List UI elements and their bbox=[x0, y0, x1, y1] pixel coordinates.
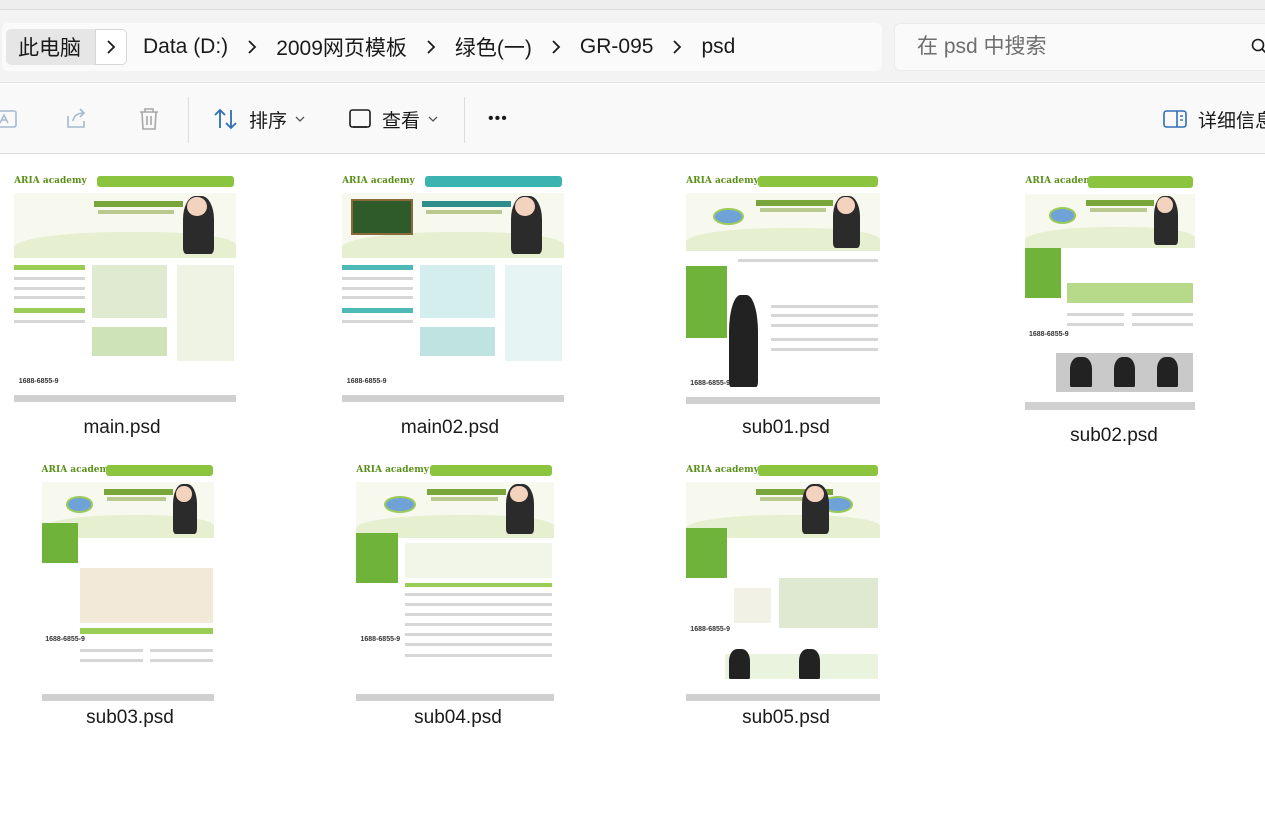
file-thumbnail: ARIA academy 1688-6855-9 bbox=[7, 169, 243, 409]
file-item[interactable]: ARIA academy 1688-6855-9 main.psd bbox=[2, 167, 243, 447]
view-label: 查看 bbox=[382, 110, 421, 132]
thumbnail-logo: ARIA academy bbox=[356, 464, 429, 475]
thumbnail-phone: 1688-6855-9 bbox=[360, 636, 401, 644]
thumbnail-phone: 1688-6855-9 bbox=[1029, 330, 1069, 338]
chevron-right-icon bbox=[427, 40, 436, 54]
thumbnail-phone: 1688-6855-9 bbox=[690, 626, 730, 634]
thumbnail-nav bbox=[96, 176, 234, 187]
sort-button[interactable]: 排序 bbox=[213, 100, 305, 138]
file-thumbnail: ARIA academy 1688-6855-9 bbox=[680, 169, 886, 411]
file-thumbnail: ARIA academy 1688-6855-9 bbox=[350, 457, 560, 709]
breadcrumb-separator[interactable] bbox=[234, 29, 270, 65]
breadcrumb-item-current[interactable]: psd bbox=[695, 29, 741, 65]
thumbnail-phone: 1688-6855-9 bbox=[18, 378, 59, 385]
thumbnail-hero bbox=[1025, 193, 1195, 249]
chevron-right-icon bbox=[552, 40, 561, 54]
search-box[interactable] bbox=[894, 23, 1265, 71]
sort-label: 排序 bbox=[249, 110, 288, 132]
thumbnail-phone: 1688-6855-9 bbox=[346, 378, 387, 385]
toolbar-divider bbox=[188, 97, 189, 143]
thumbnail-nav bbox=[758, 464, 878, 476]
breadcrumb-item-folder[interactable]: GR-095 bbox=[574, 29, 660, 65]
file-thumbnail: ARIA academy 1688-6855-9 bbox=[36, 457, 220, 709]
file-grid: ARIA academy 1688-6855-9 main.psd ARIA a… bbox=[0, 155, 1265, 831]
details-label: 详细信息 bbox=[1198, 110, 1265, 132]
chevron-down-icon bbox=[295, 116, 305, 122]
thumbnail-phone: 1688-6855-9 bbox=[45, 636, 85, 644]
breadcrumb-item-folder[interactable]: 2009网页模板 bbox=[270, 29, 413, 65]
thumbnail-nav bbox=[758, 176, 878, 188]
file-name: sub04.psd bbox=[414, 707, 502, 728]
breadcrumb-label: GR-095 bbox=[579, 35, 654, 58]
file-name: sub03.psd bbox=[86, 707, 174, 728]
more-options-button[interactable]: ••• bbox=[488, 100, 508, 138]
thumbnail-logo: ARIA academy bbox=[342, 176, 415, 187]
chevron-right-icon bbox=[248, 40, 257, 54]
thumbnail-logo: ARIA academy bbox=[14, 176, 87, 187]
window-top-strip bbox=[0, 0, 1265, 10]
toolbar-divider bbox=[464, 97, 465, 143]
thumbnail-phone: 1688-6855-9 bbox=[690, 379, 730, 387]
thumbnail-hero bbox=[356, 482, 554, 538]
details-button[interactable]: 详细信息 bbox=[1162, 100, 1265, 138]
rename-icon[interactable] bbox=[0, 106, 20, 132]
chevron-right-icon bbox=[107, 40, 116, 54]
thumbnail-nav bbox=[429, 464, 552, 476]
address-bar-row: 此电脑 Data (D:) 2009网页模板 绿色(一) GR-095 psd … bbox=[0, 10, 1265, 83]
search-input[interactable] bbox=[917, 35, 1237, 59]
breadcrumb-label: 2009网页模板 bbox=[276, 37, 407, 60]
thumbnail-nav bbox=[424, 176, 562, 187]
delete-icon[interactable] bbox=[136, 106, 162, 132]
breadcrumb-label: 绿色(一) bbox=[454, 37, 532, 60]
file-thumbnail: ARIA academy 1688-6855-9 bbox=[1020, 169, 1200, 417]
share-icon[interactable] bbox=[64, 106, 90, 132]
breadcrumb[interactable]: 此电脑 Data (D:) 2009网页模板 绿色(一) GR-095 psd bbox=[2, 23, 882, 71]
file-item[interactable]: ARIA academy 1688-6855-9 sub02.psd bbox=[994, 167, 1234, 447]
thumbnail-logo: ARIA academy bbox=[1025, 176, 1099, 187]
thumbnail-logo: ARIA academy bbox=[686, 464, 759, 475]
breadcrumb-separator[interactable] bbox=[659, 29, 695, 65]
thumbnail-hero bbox=[14, 193, 236, 258]
file-item[interactable]: ARIA academy 1688-6855-9 sub04.psd bbox=[338, 455, 578, 735]
file-name: main02.psd bbox=[400, 417, 500, 438]
breadcrumb-label: 此电脑 bbox=[18, 37, 81, 60]
chevron-right-icon bbox=[673, 40, 682, 54]
thumbnail-nav bbox=[105, 464, 213, 476]
file-thumbnail: ARIA academy 1688-6855-9 bbox=[680, 457, 886, 709]
search-icon[interactable] bbox=[1251, 38, 1265, 56]
breadcrumb-label: Data (D:) bbox=[143, 35, 229, 58]
breadcrumb-item-this-pc[interactable]: 此电脑 bbox=[6, 29, 95, 65]
file-thumbnail: ARIA academy 1688-6855-9 bbox=[335, 169, 571, 409]
view-icon bbox=[349, 109, 371, 128]
file-name: sub05.psd bbox=[742, 707, 830, 728]
file-name: main.psd bbox=[83, 417, 161, 438]
file-name: sub01.psd bbox=[742, 417, 830, 438]
file-item[interactable]: ARIA academy 1688-6855-9 sub03.psd bbox=[10, 455, 250, 735]
thumbnail-logo: ARIA academy bbox=[686, 176, 759, 187]
more-icon: ••• bbox=[488, 110, 508, 127]
chevron-down-icon bbox=[428, 116, 438, 122]
thumbnail-logo: ARIA academy bbox=[41, 464, 115, 475]
breadcrumb-label: psd bbox=[701, 35, 736, 58]
file-item[interactable]: ARIA academy 1688-6855-9 sub05.psd bbox=[666, 455, 906, 735]
breadcrumb-expand-button[interactable] bbox=[95, 29, 127, 65]
breadcrumb-separator[interactable] bbox=[413, 29, 449, 65]
details-pane-icon bbox=[1163, 110, 1187, 128]
thumbnail-hero bbox=[342, 193, 564, 258]
file-item[interactable]: ARIA academy 1688-6855-9 main02.psd bbox=[330, 167, 571, 447]
breadcrumb-item-drive[interactable]: Data (D:) bbox=[137, 29, 234, 65]
breadcrumb-item-folder[interactable]: 绿色(一) bbox=[449, 29, 538, 65]
view-button[interactable]: 查看 bbox=[348, 100, 438, 138]
file-name: sub02.psd bbox=[1070, 425, 1158, 446]
breadcrumb-separator[interactable] bbox=[538, 29, 574, 65]
command-bar: 排序 查看 ••• 详细信息 bbox=[0, 84, 1265, 154]
sort-icon bbox=[214, 108, 237, 130]
thumbnail-nav bbox=[1088, 176, 1193, 188]
file-item[interactable]: ARIA academy 1688-6855-9 sub01.psd bbox=[666, 167, 906, 447]
thumbnail-hero bbox=[686, 193, 880, 252]
